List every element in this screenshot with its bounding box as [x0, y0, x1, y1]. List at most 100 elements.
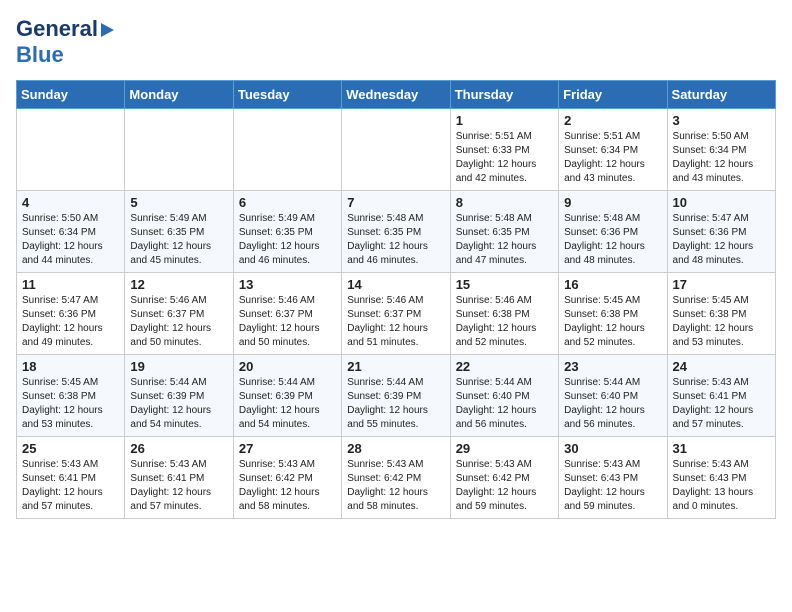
day-number: 1: [456, 113, 553, 128]
calendar-table: SundayMondayTuesdayWednesdayThursdayFrid…: [16, 80, 776, 519]
day-info: Sunrise: 5:48 AM Sunset: 6:35 PM Dayligh…: [456, 212, 553, 268]
day-number: 21: [347, 359, 444, 374]
day-info: Sunrise: 5:44 AM Sunset: 6:39 PM Dayligh…: [347, 376, 444, 432]
day-number: 3: [673, 113, 770, 128]
logo-blue: Blue: [16, 42, 64, 67]
day-info: Sunrise: 5:47 AM Sunset: 6:36 PM Dayligh…: [673, 212, 770, 268]
day-number: 10: [673, 195, 770, 210]
calendar-cell: 1 Sunrise: 5:51 AM Sunset: 6:33 PM Daylig…: [450, 109, 558, 191]
day-number: 25: [22, 441, 119, 456]
calendar-cell: 16Sunrise: 5:45 AM Sunset: 6:38 PM Dayli…: [559, 273, 667, 355]
calendar-cell: 20Sunrise: 5:44 AM Sunset: 6:39 PM Dayli…: [233, 355, 341, 437]
day-number: 4: [22, 195, 119, 210]
day-number: 17: [673, 277, 770, 292]
day-number: 18: [22, 359, 119, 374]
calendar-cell: [125, 109, 233, 191]
calendar-cell: 8 Sunrise: 5:48 AM Sunset: 6:35 PM Daylig…: [450, 191, 558, 273]
calendar-cell: 7Sunrise: 5:48 AM Sunset: 6:35 PM Daylig…: [342, 191, 450, 273]
calendar-cell: 29 Sunrise: 5:43 AM Sunset: 6:42 PM Dayli…: [450, 437, 558, 519]
day-info: Sunrise: 5:43 AM Sunset: 6:42 PM Dayligh…: [456, 458, 553, 514]
day-number: 9: [564, 195, 661, 210]
logo-general: General: [16, 16, 98, 42]
day-info: Sunrise: 5:49 AM Sunset: 6:35 PM Dayligh…: [239, 212, 336, 268]
day-info: Sunrise: 5:48 AM Sunset: 6:36 PM Dayligh…: [564, 212, 661, 268]
calendar-cell: [342, 109, 450, 191]
calendar-cell: 30Sunrise: 5:43 AM Sunset: 6:43 PM Dayli…: [559, 437, 667, 519]
day-number: 29: [456, 441, 553, 456]
day-number: 27: [239, 441, 336, 456]
page-header: General Blue: [16, 16, 776, 68]
day-number: 26: [130, 441, 227, 456]
day-number: 23: [564, 359, 661, 374]
calendar-cell: [17, 109, 125, 191]
calendar-cell: 5Sunrise: 5:49 AM Sunset: 6:35 PM Daylig…: [125, 191, 233, 273]
day-info: Sunrise: 5:51 AM Sunset: 6:34 PM Dayligh…: [564, 130, 661, 186]
calendar-cell: 11 Sunrise: 5:47 AM Sunset: 6:36 PM Dayli…: [17, 273, 125, 355]
day-info: Sunrise: 5:45 AM Sunset: 6:38 PM Dayligh…: [22, 376, 119, 432]
day-number: 20: [239, 359, 336, 374]
day-info: Sunrise: 5:50 AM Sunset: 6:34 PM Dayligh…: [22, 212, 119, 268]
day-number: 2: [564, 113, 661, 128]
calendar-cell: 19Sunrise: 5:44 AM Sunset: 6:39 PM Dayli…: [125, 355, 233, 437]
calendar-cell: 13 Sunrise: 5:46 AM Sunset: 6:37 PM Dayli…: [233, 273, 341, 355]
day-number: 22: [456, 359, 553, 374]
calendar-cell: 22 Sunrise: 5:44 AM Sunset: 6:40 PM Dayli…: [450, 355, 558, 437]
calendar-header-row: SundayMondayTuesdayWednesdayThursdayFrid…: [17, 81, 776, 109]
day-number: 5: [130, 195, 227, 210]
calendar-week-row: 11 Sunrise: 5:47 AM Sunset: 6:36 PM Dayli…: [17, 273, 776, 355]
calendar-cell: 24 Sunrise: 5:43 AM Sunset: 6:41 PM Dayli…: [667, 355, 775, 437]
day-number: 7: [347, 195, 444, 210]
day-info: Sunrise: 5:51 AM Sunset: 6:33 PM Dayligh…: [456, 130, 553, 186]
day-header-monday: Monday: [125, 81, 233, 109]
calendar-week-row: 1 Sunrise: 5:51 AM Sunset: 6:33 PM Daylig…: [17, 109, 776, 191]
calendar-week-row: 4 Sunrise: 5:50 AM Sunset: 6:34 PM Daylig…: [17, 191, 776, 273]
day-number: 28: [347, 441, 444, 456]
day-info: Sunrise: 5:46 AM Sunset: 6:37 PM Dayligh…: [347, 294, 444, 350]
calendar-cell: 31Sunrise: 5:43 AM Sunset: 6:43 PM Dayli…: [667, 437, 775, 519]
day-info: Sunrise: 5:47 AM Sunset: 6:36 PM Dayligh…: [22, 294, 119, 350]
day-number: 6: [239, 195, 336, 210]
day-header-thursday: Thursday: [450, 81, 558, 109]
day-number: 12: [130, 277, 227, 292]
day-info: Sunrise: 5:43 AM Sunset: 6:42 PM Dayligh…: [239, 458, 336, 514]
day-info: Sunrise: 5:44 AM Sunset: 6:40 PM Dayligh…: [564, 376, 661, 432]
calendar-cell: 9 Sunrise: 5:48 AM Sunset: 6:36 PM Daylig…: [559, 191, 667, 273]
day-info: Sunrise: 5:43 AM Sunset: 6:41 PM Dayligh…: [673, 376, 770, 432]
day-number: 24: [673, 359, 770, 374]
calendar-cell: 4 Sunrise: 5:50 AM Sunset: 6:34 PM Daylig…: [17, 191, 125, 273]
calendar-cell: 25 Sunrise: 5:43 AM Sunset: 6:41 PM Dayli…: [17, 437, 125, 519]
day-number: 11: [22, 277, 119, 292]
day-number: 16: [564, 277, 661, 292]
calendar-cell: 27 Sunrise: 5:43 AM Sunset: 6:42 PM Dayli…: [233, 437, 341, 519]
calendar-cell: 15 Sunrise: 5:46 AM Sunset: 6:38 PM Dayli…: [450, 273, 558, 355]
day-info: Sunrise: 5:50 AM Sunset: 6:34 PM Dayligh…: [673, 130, 770, 186]
calendar-cell: 6 Sunrise: 5:49 AM Sunset: 6:35 PM Daylig…: [233, 191, 341, 273]
calendar-cell: 17 Sunrise: 5:45 AM Sunset: 6:38 PM Dayli…: [667, 273, 775, 355]
day-info: Sunrise: 5:43 AM Sunset: 6:41 PM Dayligh…: [22, 458, 119, 514]
logo: General Blue: [16, 16, 114, 68]
calendar-cell: 14 Sunrise: 5:46 AM Sunset: 6:37 PM Dayli…: [342, 273, 450, 355]
logo-arrow-icon: [101, 23, 114, 37]
calendar-cell: 23 Sunrise: 5:44 AM Sunset: 6:40 PM Dayli…: [559, 355, 667, 437]
day-info: Sunrise: 5:43 AM Sunset: 6:43 PM Dayligh…: [564, 458, 661, 514]
day-info: Sunrise: 5:44 AM Sunset: 6:39 PM Dayligh…: [130, 376, 227, 432]
day-info: Sunrise: 5:46 AM Sunset: 6:37 PM Dayligh…: [130, 294, 227, 350]
calendar-cell: 18 Sunrise: 5:45 AM Sunset: 6:38 PM Dayli…: [17, 355, 125, 437]
day-number: 13: [239, 277, 336, 292]
day-info: Sunrise: 5:46 AM Sunset: 6:37 PM Dayligh…: [239, 294, 336, 350]
day-number: 8: [456, 195, 553, 210]
calendar-cell: 28 Sunrise: 5:43 AM Sunset: 6:42 PM Dayli…: [342, 437, 450, 519]
day-info: Sunrise: 5:45 AM Sunset: 6:38 PM Dayligh…: [673, 294, 770, 350]
day-header-wednesday: Wednesday: [342, 81, 450, 109]
day-header-tuesday: Tuesday: [233, 81, 341, 109]
day-info: Sunrise: 5:44 AM Sunset: 6:40 PM Dayligh…: [456, 376, 553, 432]
day-number: 15: [456, 277, 553, 292]
calendar-cell: [233, 109, 341, 191]
day-number: 14: [347, 277, 444, 292]
calendar-cell: 21 Sunrise: 5:44 AM Sunset: 6:39 PM Dayli…: [342, 355, 450, 437]
calendar-cell: 10 Sunrise: 5:47 AM Sunset: 6:36 PM Dayli…: [667, 191, 775, 273]
calendar-week-row: 18 Sunrise: 5:45 AM Sunset: 6:38 PM Dayli…: [17, 355, 776, 437]
day-info: Sunrise: 5:46 AM Sunset: 6:38 PM Dayligh…: [456, 294, 553, 350]
day-header-saturday: Saturday: [667, 81, 775, 109]
day-info: Sunrise: 5:43 AM Sunset: 6:42 PM Dayligh…: [347, 458, 444, 514]
